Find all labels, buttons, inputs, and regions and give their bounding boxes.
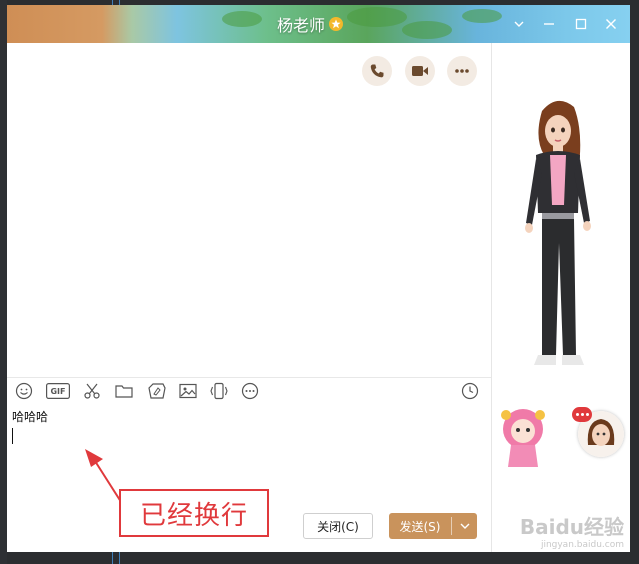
speech-bubble-icon — [572, 407, 592, 422]
scissors-icon — [84, 383, 100, 399]
close-button[interactable]: 关闭(C) — [303, 513, 373, 539]
window-title: 杨老师 — [277, 16, 326, 35]
watermark-url: jingyan.baidu.com — [540, 540, 624, 550]
text-caret — [12, 428, 13, 444]
input-divider — [7, 377, 491, 378]
chat-pane: GIF 哈哈哈 已经换行 关闭(C) 发送(S) — [7, 43, 491, 552]
baidu-watermark: Baidu经验 jingyan.baidu.com — [520, 511, 624, 550]
desktop-edge — [0, 0, 7, 564]
folder-icon — [115, 385, 133, 398]
maximize-button[interactable] — [570, 13, 592, 35]
minimize-button[interactable] — [538, 13, 560, 35]
close-window-button[interactable] — [600, 13, 622, 35]
leaf-decoration — [402, 21, 452, 39]
leaf-decoration — [347, 7, 407, 27]
file-button[interactable] — [113, 380, 135, 402]
video-call-button[interactable] — [405, 56, 435, 86]
video-camera-icon — [412, 66, 428, 76]
emoji-button[interactable] — [13, 380, 35, 402]
cartoon-avatar — [501, 409, 545, 467]
voice-call-button[interactable] — [362, 56, 392, 86]
screenshot-button[interactable] — [81, 380, 103, 402]
more-tools-button[interactable] — [239, 380, 261, 402]
send-label[interactable]: 发送(S) — [389, 518, 451, 535]
leaf-decoration — [222, 11, 262, 27]
shake-button[interactable] — [208, 380, 230, 402]
title-bar: 杨老师 — [7, 5, 630, 43]
chevron-down-icon[interactable] — [508, 13, 530, 35]
send-options-dropdown[interactable] — [452, 522, 477, 530]
message-input[interactable]: 哈哈哈 — [12, 408, 48, 425]
phone-icon — [370, 64, 384, 78]
clock-icon — [461, 382, 479, 400]
star-badge-icon — [329, 17, 344, 31]
leaf-decoration — [462, 9, 502, 23]
emoji-icon — [15, 382, 33, 400]
image-icon — [179, 383, 197, 399]
gif-button[interactable]: GIF — [45, 380, 71, 402]
annotation-box: 已经换行 — [119, 489, 269, 537]
avatar-show-figure — [525, 100, 591, 365]
history-button[interactable] — [459, 380, 481, 402]
send-button[interactable]: 发送(S) — [389, 513, 477, 539]
more-icon — [241, 382, 259, 400]
doodle-icon — [148, 383, 166, 399]
ellipsis-icon — [455, 69, 469, 73]
title-area: 杨老师 — [277, 13, 344, 35]
shake-icon — [210, 382, 228, 400]
chevron-down-icon — [460, 523, 469, 529]
avatar-pane: Baidu经验 jingyan.baidu.com — [492, 43, 630, 552]
more-options-button[interactable] — [447, 56, 477, 86]
image-button[interactable] — [177, 380, 199, 402]
doodle-button[interactable] — [146, 380, 168, 402]
chat-window: 杨老师 GIF 哈哈哈 已经换行 关闭(C) 发送(S) Baidu经验 jin… — [7, 5, 630, 552]
gif-label: GIF — [50, 386, 66, 396]
watermark-logo: Baidu经验 — [519, 515, 624, 539]
annotation-label: 已经换行 — [139, 500, 248, 531]
